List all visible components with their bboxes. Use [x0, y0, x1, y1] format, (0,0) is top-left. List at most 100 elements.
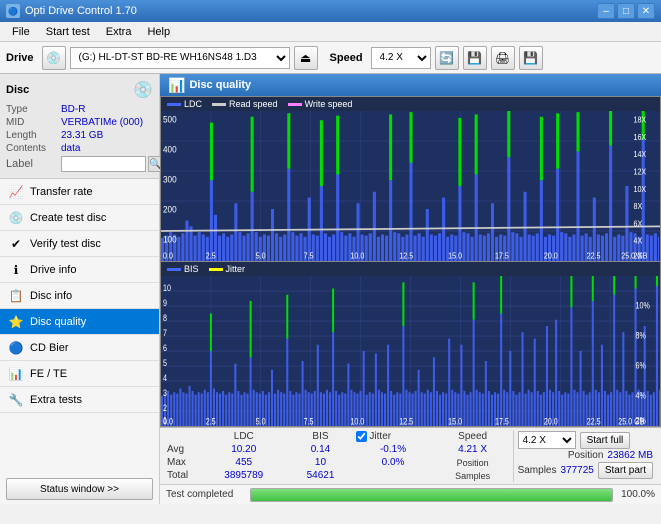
sidebar-item-extra-tests[interactable]: 🔧 Extra tests — [0, 387, 159, 413]
progress-area: Test completed 100.0% — [160, 484, 661, 504]
svg-text:10.0: 10.0 — [350, 417, 364, 426]
svg-text:17.5: 17.5 — [495, 417, 509, 426]
settings-btn1[interactable]: 💾 — [463, 46, 487, 70]
status-window-btn[interactable]: Status window >> — [6, 478, 153, 500]
drive-select[interactable]: (G:) HL-DT-ST BD-RE WH16NS48 1.D3 — [70, 47, 290, 69]
chart2-area: 10 9 8 7 6 5 4 3 2 1 10% 8% 6% — [161, 276, 660, 426]
samples-row: Samples 377725 Start part — [518, 462, 653, 479]
disc-contents-key: Contents — [6, 143, 61, 154]
eject-btn[interactable]: ⏏ — [294, 46, 318, 70]
close-button[interactable]: ✕ — [637, 3, 655, 19]
svg-text:15.0: 15.0 — [448, 417, 462, 426]
refresh-btn[interactable]: 🔄 — [435, 46, 459, 70]
jitter-legend-color — [209, 268, 223, 271]
menu-extra[interactable]: Extra — [98, 24, 140, 40]
position-value: 23862 MB — [607, 450, 653, 461]
save-btn[interactable]: 💾 — [519, 46, 543, 70]
disc-length-key: Length — [6, 130, 61, 141]
chart-header-icon: 📊 — [168, 77, 185, 94]
app-icon: 🔵 — [6, 4, 20, 18]
stats-row-max: Max 455 10 0.0% Position — [164, 456, 513, 469]
svg-text:12.5: 12.5 — [399, 417, 413, 426]
sidebar-item-create-test-disc[interactable]: 💿 Create test disc — [0, 205, 159, 231]
jitter-legend-label: Jitter — [226, 264, 246, 274]
stats-avg-speed: 4.21 X — [433, 443, 513, 456]
svg-text:20.0: 20.0 — [544, 251, 558, 261]
sidebar-item-drive-info[interactable]: ℹ Drive info — [0, 257, 159, 283]
svg-text:5.0: 5.0 — [256, 417, 266, 426]
stats-col-jitter-check-header: Jitter — [353, 430, 432, 443]
ldc-legend-color — [167, 103, 181, 106]
stats-avg-bis: 0.14 — [288, 443, 354, 456]
jitter-checkbox[interactable] — [356, 431, 367, 442]
stats-total-label: Total — [164, 469, 200, 482]
menu-start-test[interactable]: Start test — [38, 24, 98, 40]
verify-test-disc-icon: ✔ — [8, 236, 24, 252]
svg-text:4: 4 — [163, 373, 167, 383]
svg-text:15.0: 15.0 — [448, 251, 462, 261]
start-part-button[interactable]: Start part — [598, 462, 653, 479]
sidebar-item-transfer-rate[interactable]: 📈 Transfer rate — [0, 179, 159, 205]
sidebar-label-disc-info: Disc info — [30, 290, 72, 302]
sidebar-item-cd-bier[interactable]: 🔵 CD Bier — [0, 335, 159, 361]
drive-info-icon: ℹ — [8, 262, 24, 278]
title-bar: 🔵 Opti Drive Control 1.70 – □ ✕ — [0, 0, 661, 22]
minimize-button[interactable]: – — [597, 3, 615, 19]
svg-text:12.5: 12.5 — [399, 251, 413, 261]
disc-panel-title: Disc — [6, 84, 29, 96]
stats-col-ldc-header: LDC — [200, 430, 288, 443]
chart1-svg: 500 400 300 200 100 18X 16X 14X 12X 10X … — [161, 111, 660, 261]
menu-help[interactable]: Help — [139, 24, 178, 40]
maximize-button[interactable]: □ — [617, 3, 635, 19]
disc-type-row: Type BD-R — [6, 104, 153, 115]
progress-pct: 100.0% — [617, 489, 655, 500]
sidebar-item-fe-te[interactable]: 📊 FE / TE — [0, 361, 159, 387]
svg-text:8: 8 — [163, 313, 167, 323]
svg-text:10%: 10% — [636, 301, 650, 311]
svg-text:0.0: 0.0 — [163, 251, 173, 261]
stats-right-panel: 4.2 X 1.0 X 2.0 X Start full Position 23… — [513, 430, 657, 482]
disc-label-key: Label — [6, 158, 61, 170]
svg-text:20.0: 20.0 — [544, 417, 558, 426]
stats-max-bis: 10 — [288, 456, 354, 469]
stats-area: LDC BIS Jitter Speed — [160, 427, 661, 484]
readspeed-legend-label: Read speed — [229, 99, 278, 109]
stats-max-ldc: 455 — [200, 456, 288, 469]
content-area: 📊 Disc quality LDC Read speed — [160, 74, 661, 504]
speed-select[interactable]: 4.2 X 1.0 X 2.0 X 6.0 X — [371, 47, 431, 69]
svg-text:6%: 6% — [636, 361, 646, 371]
create-test-disc-icon: 💿 — [8, 210, 24, 226]
disc-label-input[interactable] — [61, 156, 146, 172]
disc-panel: Disc 💿 Type BD-R MID VERBATIMe (000) Len… — [0, 74, 159, 179]
svg-text:10.0: 10.0 — [350, 251, 364, 261]
svg-text:2.5: 2.5 — [206, 417, 216, 426]
start-full-button[interactable]: Start full — [580, 432, 631, 449]
svg-text:9: 9 — [163, 298, 167, 308]
sidebar-item-disc-quality[interactable]: ⭐ Disc quality — [0, 309, 159, 335]
ldc-legend-label: LDC — [184, 99, 202, 109]
sidebar-label-fe-te: FE / TE — [30, 368, 67, 380]
sidebar-label-disc-quality: Disc quality — [30, 316, 86, 328]
sidebar-item-disc-info[interactable]: 📋 Disc info — [0, 283, 159, 309]
app-title: Opti Drive Control 1.70 — [25, 5, 137, 17]
svg-text:7.5: 7.5 — [304, 417, 314, 426]
stats-total-bis: 54621 — [288, 469, 354, 482]
stats-speed-select[interactable]: 4.2 X 1.0 X 2.0 X — [518, 431, 576, 449]
svg-text:14X: 14X — [634, 150, 647, 160]
drive-icon-btn[interactable]: 💿 — [42, 46, 66, 70]
menu-file[interactable]: File — [4, 24, 38, 40]
svg-text:3: 3 — [163, 388, 167, 398]
chart2-legend: BIS Jitter — [161, 262, 660, 276]
settings-btn2[interactable]: 🖨 — [491, 46, 515, 70]
chart2-svg: 10 9 8 7 6 5 4 3 2 1 10% 8% 6% — [161, 276, 660, 426]
stats-max-label: Max — [164, 456, 200, 469]
disc-info-icon: 📋 — [8, 288, 24, 304]
sidebar-item-verify-test-disc[interactable]: ✔ Verify test disc — [0, 231, 159, 257]
svg-text:22.5: 22.5 — [587, 417, 601, 426]
stats-samples-key: Samples — [455, 471, 490, 481]
svg-text:8%: 8% — [636, 331, 646, 341]
svg-text:16X: 16X — [634, 132, 647, 142]
svg-text:22.5: 22.5 — [587, 251, 601, 261]
stats-avg-jitter: -0.1% — [353, 443, 432, 456]
disc-length-value: 23.31 GB — [61, 130, 103, 141]
